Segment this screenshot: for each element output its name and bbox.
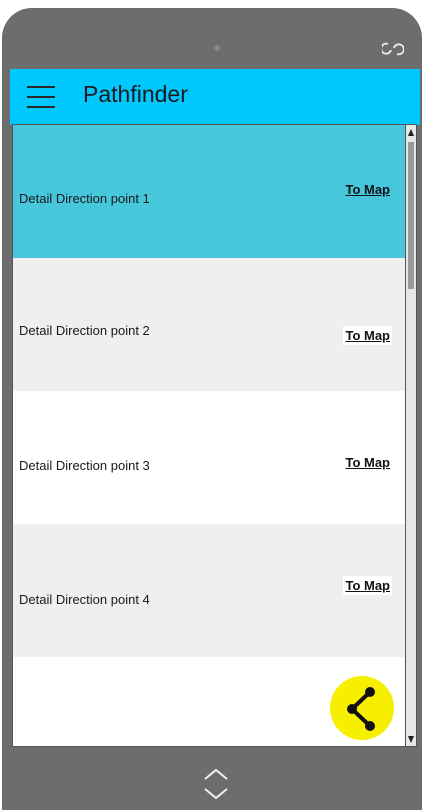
- scrollbar[interactable]: [405, 124, 417, 747]
- hamburger-menu-icon[interactable]: [27, 86, 55, 108]
- share-button[interactable]: [330, 676, 394, 740]
- share-icon: [347, 687, 375, 731]
- list-item[interactable]: Detail Direction point 3 To Map: [13, 391, 405, 524]
- row-label: Detail Direction point 3: [19, 458, 150, 473]
- to-map-link[interactable]: To Map: [343, 326, 392, 345]
- chevron-down-icon: [204, 788, 228, 800]
- scroll-thumb[interactable]: [408, 142, 414, 289]
- row-label: Detail Direction point 4: [19, 592, 150, 607]
- scroll-up-arrow-icon[interactable]: [407, 128, 415, 138]
- row-label: Detail Direction point 1: [19, 191, 150, 206]
- list-item[interactable]: Detail Direction point 2 To Map: [13, 258, 405, 391]
- list-item[interactable]: Detail Direction point 4 To Map: [13, 524, 405, 657]
- scroll-down-arrow-icon[interactable]: [407, 734, 415, 744]
- chevron-up-icon[interactable]: [202, 762, 230, 802]
- app-bar: Pathfinder: [10, 69, 420, 125]
- row-label: Detail Direction point 2: [19, 323, 150, 338]
- rotate-icon[interactable]: [382, 41, 404, 57]
- to-map-link[interactable]: To Map: [343, 180, 392, 199]
- to-map-link[interactable]: To Map: [343, 453, 392, 472]
- direction-list: Detail Direction point 1 To Map Detail D…: [12, 124, 406, 747]
- camera-dot: [214, 45, 220, 51]
- page-title: Pathfinder: [83, 81, 188, 107]
- list-item[interactable]: Detail Direction point 1 To Map: [13, 125, 405, 258]
- to-map-link[interactable]: To Map: [343, 576, 392, 595]
